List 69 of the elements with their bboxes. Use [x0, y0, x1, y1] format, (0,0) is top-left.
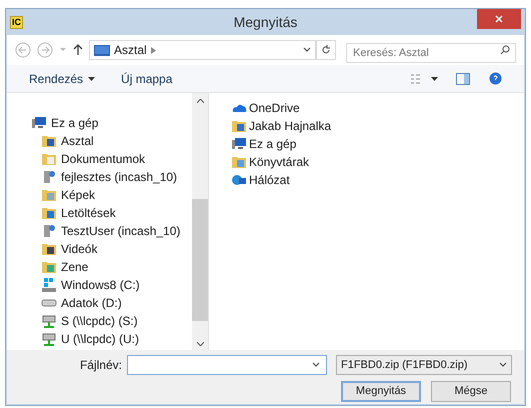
- forward-icon[interactable]: [37, 42, 53, 58]
- nav-item[interactable]: Videók: [7, 240, 192, 258]
- folder-icon: [41, 133, 57, 149]
- file-item[interactable]: Jakab Hajnalka: [231, 117, 524, 135]
- file-item[interactable]: Könyvtárak: [231, 153, 524, 171]
- folder-icon: [231, 154, 247, 170]
- nav-item[interactable]: Dokumentumok: [7, 150, 192, 168]
- refresh-button[interactable]: [316, 40, 336, 60]
- new-folder-button[interactable]: Új mappa: [121, 70, 172, 88]
- drive-icon: [41, 299, 57, 307]
- dropdown-icon: [312, 362, 320, 368]
- file-type-select[interactable]: F1FBD0.zip (F1FBD0.zip): [336, 355, 512, 375]
- computer-icon: [231, 136, 247, 152]
- desktop-icon: [94, 44, 110, 56]
- scrollbar[interactable]: [192, 93, 208, 350]
- help-icon[interactable]: [489, 72, 502, 85]
- nav-item[interactable]: Zene: [7, 258, 192, 276]
- folder-icon: [41, 259, 57, 275]
- dropdown-icon: [499, 362, 507, 368]
- view-options-icon[interactable]: [410, 74, 421, 84]
- filename-field[interactable]: [127, 355, 327, 375]
- file-item[interactable]: Hálózat: [231, 171, 524, 189]
- user-folder-icon: [231, 118, 247, 134]
- search-icon: [500, 45, 510, 55]
- nav-item[interactable]: U (\\lcpdc) (U:): [7, 330, 192, 348]
- close-icon: [495, 15, 503, 23]
- app-icon: IC: [10, 16, 23, 28]
- nav-item[interactable]: Ez a gép: [7, 114, 192, 132]
- back-icon[interactable]: [15, 42, 31, 58]
- file-item[interactable]: Ez a gép: [231, 135, 524, 153]
- caret-icon: [88, 76, 96, 80]
- network-drive-icon: [41, 331, 57, 347]
- address-bar[interactable]: Asztal: [89, 40, 316, 60]
- filename-label: Fájlnév:: [80, 357, 122, 374]
- drive-icon: [41, 277, 57, 293]
- network-share-icon: [41, 223, 57, 239]
- close-button[interactable]: [477, 9, 521, 29]
- scroll-thumb[interactable]: [192, 199, 208, 321]
- caret-icon[interactable]: [431, 76, 438, 80]
- folder-icon: [41, 241, 57, 257]
- file-item[interactable]: OneDrive: [231, 99, 524, 117]
- window-title: Megnyitás: [234, 12, 298, 32]
- dropdown-icon[interactable]: [303, 47, 311, 53]
- network-drive-icon: [41, 313, 57, 329]
- nav-item[interactable]: S (\\lcpdc) (S:): [7, 312, 192, 330]
- open-button[interactable]: Megnyitás: [341, 381, 421, 402]
- nav-item[interactable]: Asztal: [7, 132, 192, 150]
- up-arrow-icon[interactable]: [73, 44, 83, 56]
- folder-icon: [41, 205, 57, 221]
- scroll-up-icon[interactable]: [196, 99, 204, 103]
- folder-icon: [41, 151, 57, 167]
- nav-item[interactable]: TesztUser (incash_10): [7, 222, 192, 240]
- computer-icon: [31, 115, 47, 131]
- network-share-icon: [41, 169, 57, 185]
- nav-item[interactable]: fejlesztes (incash_10): [7, 168, 192, 186]
- folder-icon: [41, 187, 57, 203]
- network-icon: [231, 172, 247, 188]
- nav-item[interactable]: Windows8 (C:): [7, 276, 192, 294]
- cancel-button[interactable]: Mégse: [431, 381, 511, 402]
- organize-menu[interactable]: Rendezés: [29, 70, 96, 88]
- nav-item[interactable]: Letöltések: [7, 204, 192, 222]
- chevron-right-icon: [150, 46, 156, 54]
- breadcrumb-item[interactable]: Asztal: [114, 41, 147, 59]
- nav-item[interactable]: Képek: [7, 186, 192, 204]
- preview-pane-icon[interactable]: [456, 72, 470, 84]
- nav-item[interactable]: Adatok (D:): [7, 294, 192, 312]
- scroll-down-icon[interactable]: [196, 342, 204, 346]
- refresh-icon: [321, 45, 331, 55]
- search-field[interactable]: Keresés: Asztal: [346, 43, 516, 63]
